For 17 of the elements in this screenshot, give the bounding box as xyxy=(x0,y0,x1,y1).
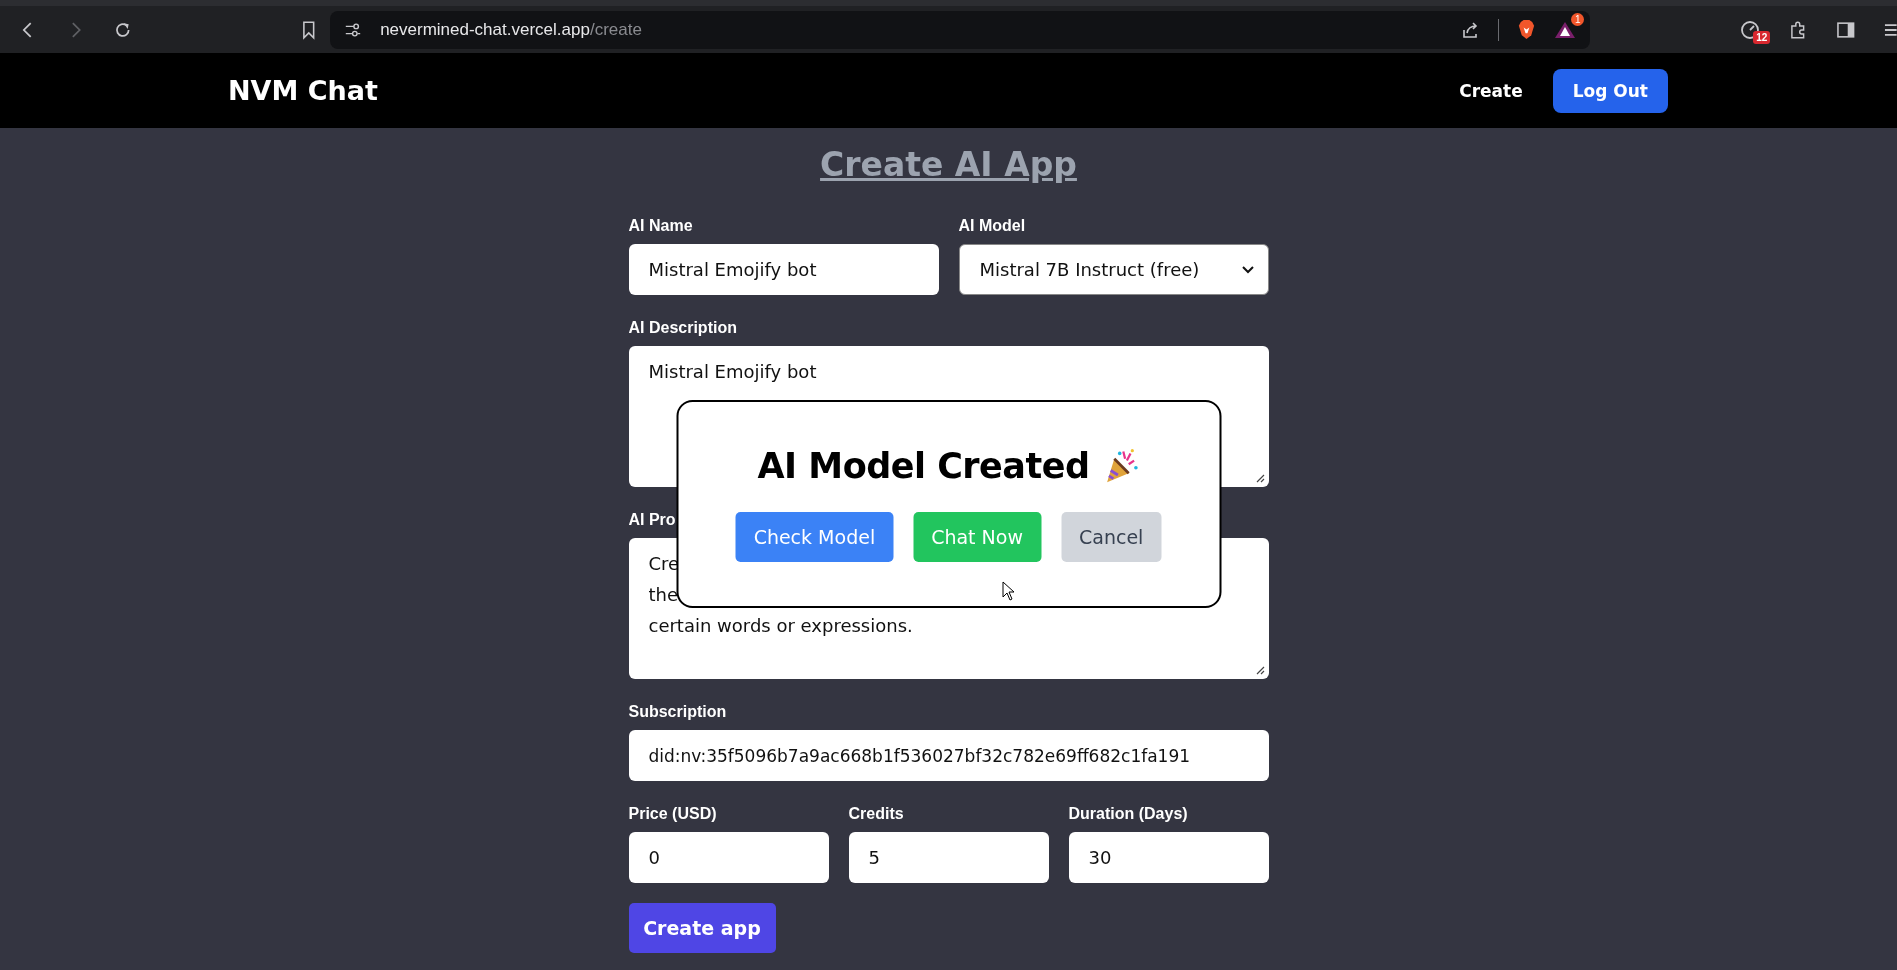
field-label: Credits xyxy=(848,804,905,824)
text-line: the xyxy=(648,583,679,607)
field-label: Duration (Days) xyxy=(1068,804,1189,824)
dialog-title: AI Model Created xyxy=(757,446,1090,486)
field-label: AI Description xyxy=(628,318,738,338)
field-label: Price (USD) xyxy=(628,804,718,824)
field-label: AI Name xyxy=(628,216,694,236)
text-line: Cre xyxy=(648,552,680,576)
count-badge: 12 xyxy=(1753,30,1771,44)
field-label: Subscription xyxy=(628,702,728,722)
page-title: Create AI App xyxy=(820,144,1077,186)
text-line: Mistral Emojify bot xyxy=(648,360,817,384)
text-line: certain words or expressions. xyxy=(648,614,913,638)
field-label: AI Model xyxy=(958,216,1027,236)
url-text: nevermined-chat.vercel.app/create xyxy=(380,19,642,40)
notification-badge: 1 xyxy=(1571,12,1585,26)
field-label: AI Pro xyxy=(628,510,677,530)
